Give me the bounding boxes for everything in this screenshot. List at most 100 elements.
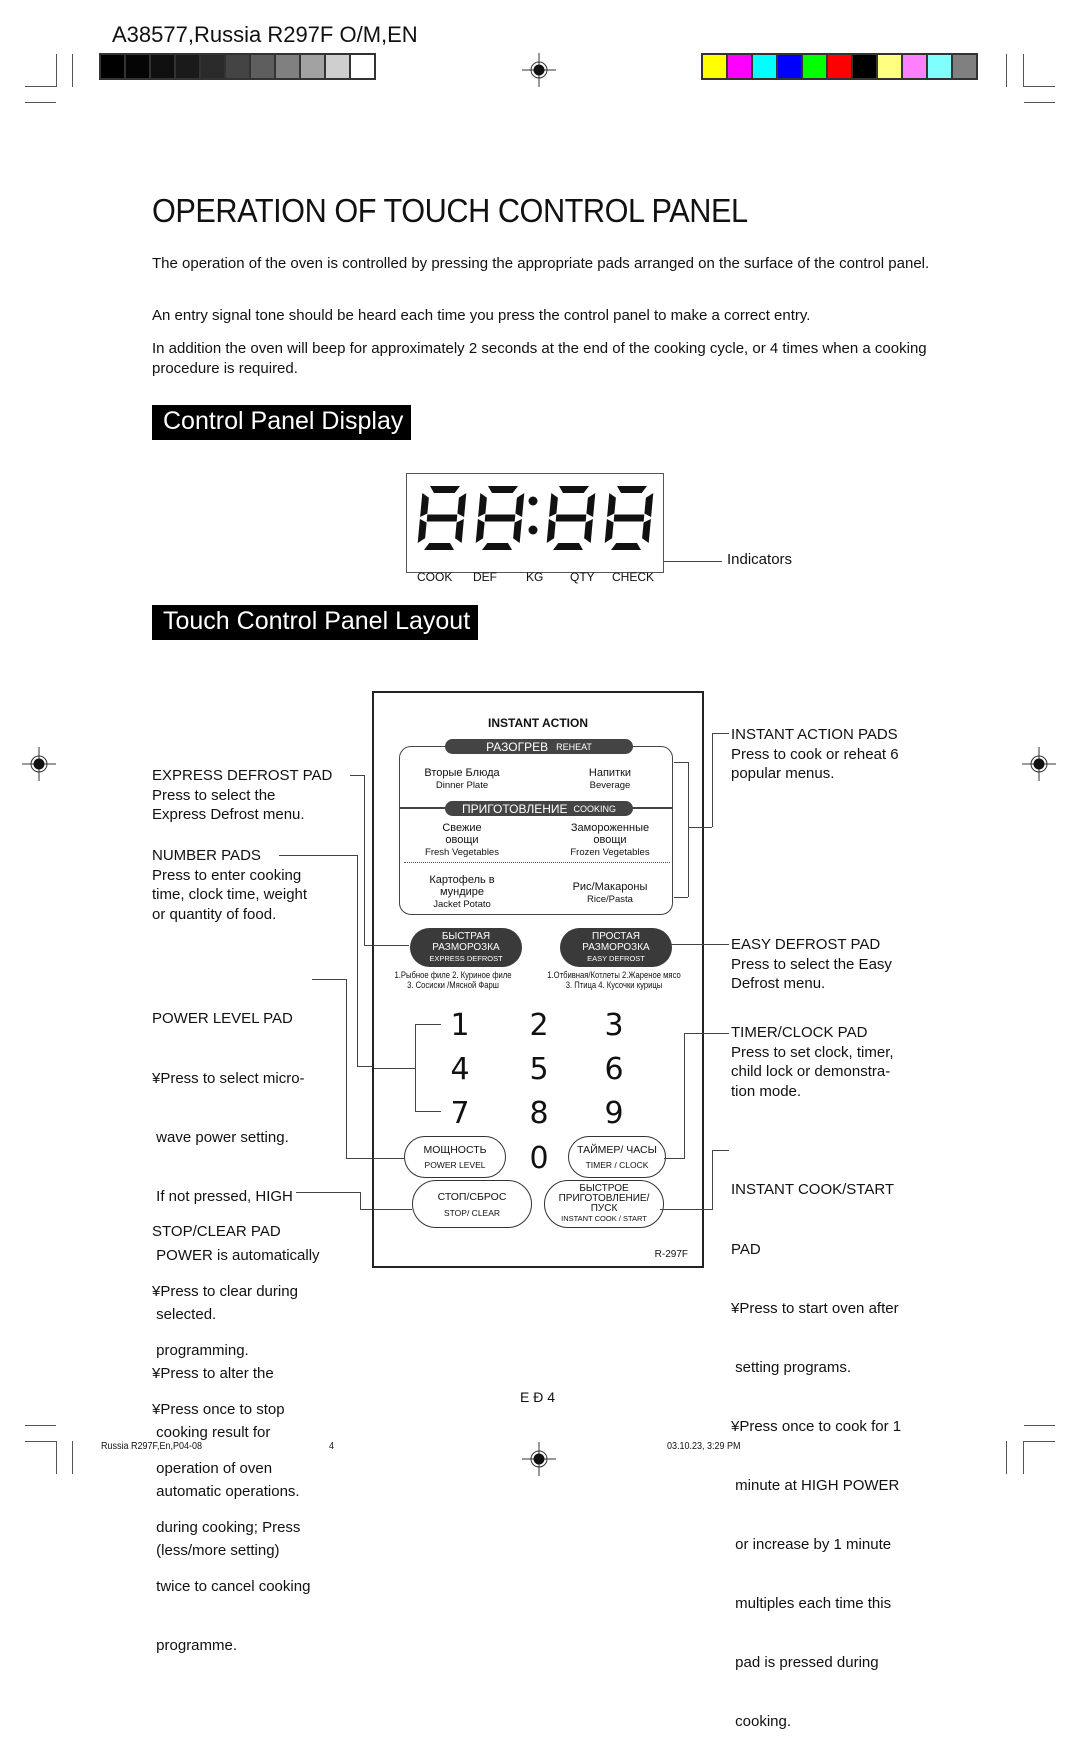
menu-label-en: Jacket Potato <box>433 899 491 910</box>
display-segment <box>546 519 556 543</box>
leader-line <box>364 775 365 945</box>
express-defrost-button[interactable]: БЫСТРАЯ РАЗМОРОЗКА EXPRESS DEFROST <box>410 928 522 967</box>
intro-paragraph: In addition the oven will beep for appro… <box>152 340 927 377</box>
display-segment <box>426 514 458 522</box>
menu-label-ru: Вторые Блюда <box>424 767 500 779</box>
label: POWER LEVEL <box>424 1160 486 1170</box>
display-segment <box>642 519 651 543</box>
menu-pad-dinner-plate[interactable]: Вторые Блюда Dinner Plate <box>392 767 532 793</box>
label: EXPRESS DEFROST <box>429 954 503 963</box>
color-swatch <box>803 55 826 78</box>
crop-mark <box>1024 1441 1055 1442</box>
label: БЫСТРАЯ <box>441 931 491 942</box>
number-pad-0[interactable]: 0 <box>519 1141 559 1176</box>
crop-mark <box>25 1425 56 1426</box>
cooking-header: ПРИГОТОВЛЕНИЕ COOKING <box>445 801 633 816</box>
number-pad-9[interactable]: 9 <box>594 1096 634 1131</box>
display-segment <box>457 493 467 517</box>
callout-line-text: child lock or demonstra- <box>731 1063 891 1081</box>
callout-timer-clock: TIMER/CLOCK PAD Press to set clock, time… <box>731 1023 894 1102</box>
number-pad-3[interactable]: 3 <box>594 1008 634 1043</box>
number-pad-8[interactable]: 8 <box>519 1096 559 1131</box>
leader-line <box>712 733 729 734</box>
display-segment <box>555 514 587 522</box>
color-swatch <box>126 55 149 78</box>
callout-line-text: Express Defrost menu. <box>152 806 305 824</box>
menu-pad-frozen-vegetables[interactable]: Замороженные овощи Frozen Vegetables <box>540 822 680 860</box>
display-segment <box>430 486 460 493</box>
display-segment <box>420 493 429 517</box>
easy-defrost-button[interactable]: ПРОСТАЯ РАЗМОРОЗКА EASY DEFROST <box>560 928 672 967</box>
reheat-label-ru: РАЗОГРЕВ <box>486 739 549 754</box>
callout-heading: STOP/CLEAR PAD <box>152 1223 281 1241</box>
menu-label-ru: Напитки <box>588 767 632 779</box>
display-segment <box>482 543 512 550</box>
color-swatch <box>301 55 324 78</box>
number-pad-2[interactable]: 2 <box>519 1008 559 1043</box>
power-level-button[interactable]: МОЩНОСТЬ POWER LEVEL <box>404 1136 506 1178</box>
number-pad-4[interactable]: 4 <box>440 1052 480 1087</box>
display-segment <box>455 519 464 543</box>
section-heading-layout: Touch Control Panel Layout <box>152 605 479 640</box>
leader-line <box>684 1033 685 1159</box>
menu-pad-jacket-potato[interactable]: Картофель в мундире Jacket Potato <box>392 874 532 912</box>
leader-line <box>674 897 688 898</box>
callout-line-text: popular menus. <box>731 765 835 783</box>
number-pad-5[interactable]: 5 <box>519 1052 559 1087</box>
indicator-def: DEF <box>473 570 497 584</box>
page-label: E Ð 4 <box>520 1389 556 1405</box>
indicator-check: CHECK <box>612 570 655 584</box>
label: EASY DEFROST <box>587 954 645 963</box>
display-segment <box>513 519 522 543</box>
leader-line <box>360 1192 361 1209</box>
gray-scale-strip <box>99 53 376 80</box>
number-pad-6[interactable]: 6 <box>594 1052 634 1087</box>
menu-label-en: Beverage <box>589 780 631 791</box>
display-segment <box>604 519 614 543</box>
number-pad-1[interactable]: 1 <box>440 1008 480 1043</box>
callout-line-text: multiples each time this <box>731 1595 892 1613</box>
indicator-kg: KG <box>526 570 544 584</box>
menu-label-en: Rice/Pasta <box>587 894 633 905</box>
instant-cook-start-button[interactable]: БЫСТРОЕ ПРИГОТОВЛЕНИЕ/ ПУСК INSTANT COOK… <box>544 1180 664 1228</box>
leader-line <box>346 979 347 1158</box>
number-pad-7[interactable]: 7 <box>440 1096 480 1131</box>
menu-label-en: Fresh Vegetables <box>425 847 499 858</box>
color-swatch <box>903 55 926 78</box>
options-line: 3. Сосиски /Мясной Фарш <box>407 980 499 990</box>
registration-mark-icon <box>522 1442 556 1476</box>
label: РАЗМОРОЗКА <box>582 942 650 953</box>
timer-clock-button[interactable]: ТАЙМЕР/ ЧАСЫ TIMER / CLOCK <box>568 1136 666 1178</box>
display-segment <box>475 519 485 543</box>
stop-clear-button[interactable]: СТОП/СБРОС STOP/ CLEAR <box>412 1180 532 1228</box>
callout-heading: POWER LEVEL PAD <box>152 1010 293 1028</box>
bracket-line <box>374 1068 415 1069</box>
callout-line-text: tion mode. <box>731 1083 802 1101</box>
callout-line-text: Press to select the <box>152 786 276 804</box>
color-swatch <box>251 55 274 78</box>
leader-line <box>360 1209 412 1210</box>
callout-heading: EASY DEFROST PAD <box>731 936 881 953</box>
crop-mark <box>1006 54 1007 87</box>
callout-express-defrost: EXPRESS DEFROST PAD Press to select the … <box>152 766 332 825</box>
footer-page-number: 4 <box>329 1441 335 1452</box>
color-swatch <box>351 55 374 78</box>
color-swatch <box>928 55 951 78</box>
footer-timestamp: 03.10.23, 3:29 PM <box>667 1441 741 1452</box>
display-segment <box>586 493 596 517</box>
registration-mark-icon <box>22 747 56 781</box>
menu-pad-fresh-vegetables[interactable]: Свежие овощи Fresh Vegetables <box>392 822 532 860</box>
menu-pad-beverage[interactable]: Напитки Beverage <box>540 767 680 793</box>
label: ПРОСТАЯ <box>592 931 640 942</box>
crop-mark <box>1006 1441 1007 1474</box>
callout-line-text: or increase by 1 minute <box>731 1536 892 1554</box>
easy-defrost-options: 1.Отбивная/Котлеты 2.Жареное мясо 3. Пти… <box>538 970 691 990</box>
crop-mark <box>72 54 73 87</box>
display-segment <box>553 543 583 550</box>
crop-mark <box>25 1441 56 1442</box>
crop-mark <box>25 86 56 87</box>
display-segment <box>549 493 558 517</box>
color-swatch <box>728 55 751 78</box>
crop-mark <box>72 1441 73 1474</box>
menu-pad-rice-pasta[interactable]: Рис/Макароны Rice/Pasta <box>540 881 680 907</box>
